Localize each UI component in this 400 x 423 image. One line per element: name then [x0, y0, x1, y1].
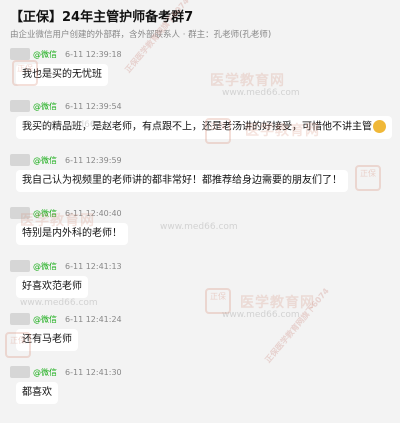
message-item[interactable]: @微信 6-11 12:40:40 特别是内外科的老师！	[10, 207, 128, 245]
message-bubble[interactable]: 特别是内外科的老师！	[16, 223, 128, 245]
watermark-seal: 正保	[355, 165, 381, 191]
avatar[interactable]	[10, 100, 30, 112]
wechat-source-label: @微信	[33, 49, 57, 59]
message-bubble[interactable]: 都喜欢	[16, 382, 58, 404]
message-time: 6-11 12:41:13	[65, 261, 122, 271]
wechat-source-label: @微信	[33, 208, 57, 218]
chat-header: 【正保】24年主管护师备考群7 由企业微信用户创建的外部群，含外部联系人 · 群…	[0, 0, 400, 42]
message-meta: @微信 6-11 12:39:54	[10, 100, 392, 112]
watermark-diagonal: 正保医学教育网旗下6074	[263, 286, 331, 365]
message-time: 6-11 12:41:24	[65, 314, 122, 324]
avatar[interactable]	[10, 48, 30, 60]
emoji-icon	[373, 120, 386, 133]
message-meta: @微信 6-11 12:41:24	[10, 313, 122, 325]
watermark-url: www.med66.com	[222, 310, 300, 320]
message-time: 6-11 12:39:18	[65, 49, 122, 59]
watermark-url: www.med66.com	[222, 88, 300, 98]
watermark-seal: 正保	[5, 332, 31, 358]
avatar[interactable]	[10, 366, 30, 378]
watermark-url: www.med66.com	[20, 298, 98, 308]
message-item[interactable]: @微信 6-11 12:41:13 好喜欢范老师	[10, 260, 122, 298]
watermark-seal: 正保	[205, 118, 231, 144]
message-meta: @微信 6-11 12:41:13	[10, 260, 122, 272]
message-meta: @微信 6-11 12:39:18	[10, 48, 122, 60]
message-meta: @微信 6-11 12:41:30	[10, 366, 122, 378]
message-bubble[interactable]: 我买的精品班，是赵老师，有点跟不上，还是老汤讲的好接受，可惜他不讲主管	[16, 116, 392, 139]
message-time: 6-11 12:39:59	[65, 155, 122, 165]
avatar[interactable]	[10, 154, 30, 166]
message-time: 6-11 12:40:40	[65, 208, 122, 218]
message-time: 6-11 12:39:54	[65, 101, 122, 111]
message-item[interactable]: @微信 6-11 12:39:54 我买的精品班，是赵老师，有点跟不上，还是老汤…	[10, 100, 392, 139]
message-bubble[interactable]: 我自己认为视频里的老师讲的都非常好！都推荐给身边需要的朋友们了！	[16, 170, 348, 192]
message-time: 6-11 12:41:30	[65, 367, 122, 377]
watermark-brand: 医学教育网	[210, 73, 285, 89]
watermark-brand: 医学教育网	[240, 295, 315, 311]
message-meta: @微信 6-11 12:39:59	[10, 154, 348, 166]
wechat-source-label: @微信	[33, 261, 57, 271]
avatar[interactable]	[10, 313, 30, 325]
wechat-source-label: @微信	[33, 314, 57, 324]
message-item[interactable]: @微信 6-11 12:41:30 都喜欢	[10, 366, 122, 404]
avatar[interactable]	[10, 207, 30, 219]
group-title: 【正保】24年主管护师备考群7	[10, 10, 194, 25]
wechat-source-label: @微信	[33, 155, 57, 165]
watermark-url: www.med66.com	[160, 222, 238, 232]
group-subtitle: 由企业微信用户创建的外部群，含外部联系人 · 群主：孔老师(孔老师)	[10, 30, 272, 40]
message-text: 我买的精品班，是赵老师，有点跟不上，还是老汤讲的好接受，可惜他不讲主管	[22, 121, 372, 133]
wechat-source-label: @微信	[33, 101, 57, 111]
avatar[interactable]	[10, 260, 30, 272]
watermark-seal: 正保	[12, 60, 38, 86]
watermark-seal: 正保	[205, 288, 231, 314]
wechat-source-label: @微信	[33, 367, 57, 377]
message-bubble[interactable]: 好喜欢范老师	[16, 276, 88, 298]
message-item[interactable]: @微信 6-11 12:39:59 我自己认为视频里的老师讲的都非常好！都推荐给…	[10, 154, 348, 192]
message-meta: @微信 6-11 12:40:40	[10, 207, 128, 219]
